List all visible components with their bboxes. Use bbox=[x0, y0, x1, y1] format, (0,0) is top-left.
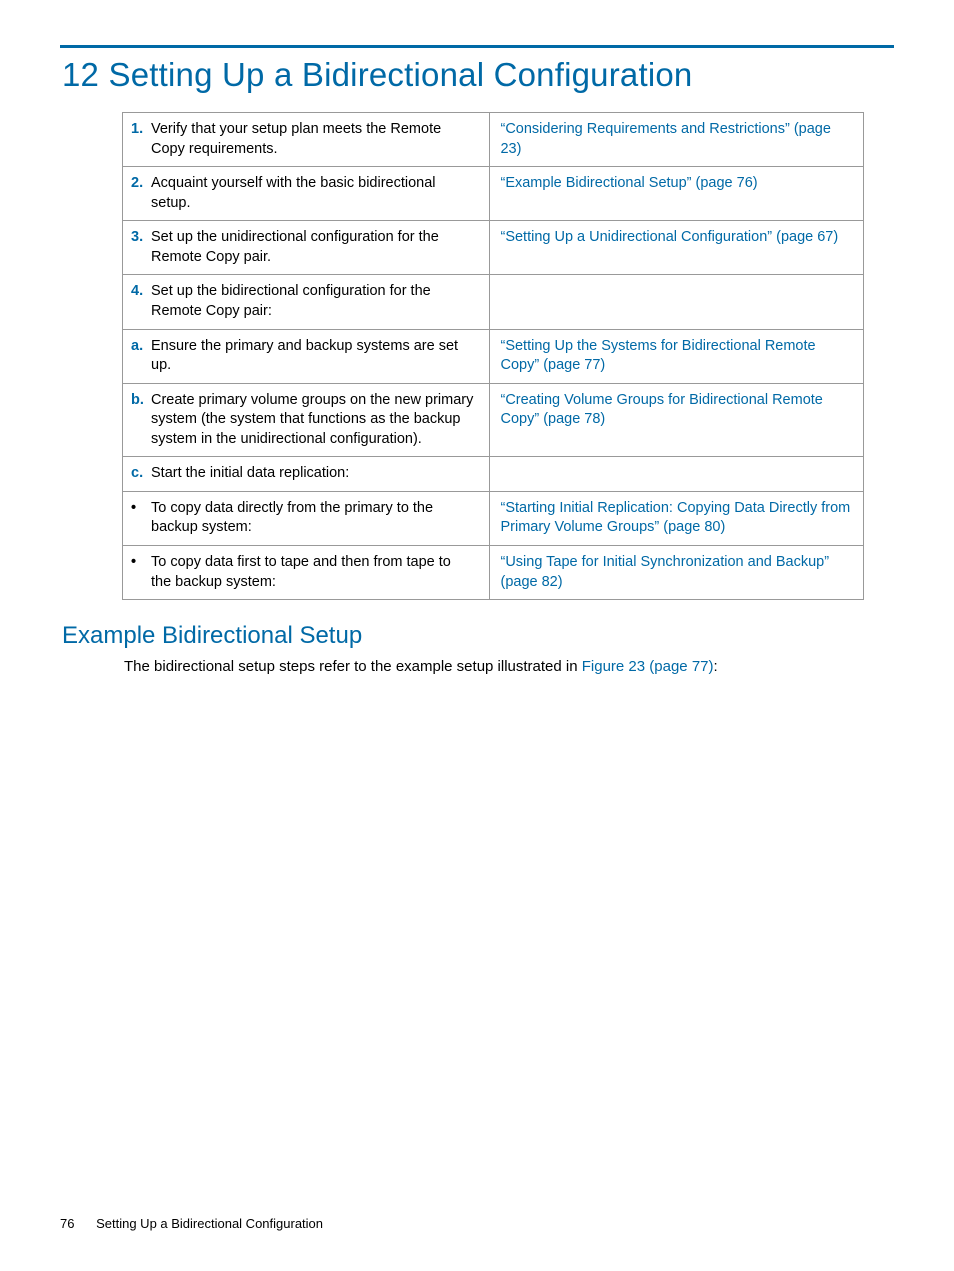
step-cell: 2.Acquaint yourself with the basic bidir… bbox=[123, 167, 490, 221]
step-text: Ensure the primary and backup systems ar… bbox=[151, 337, 474, 376]
step-cell: •To copy data first to tape and then fro… bbox=[123, 546, 490, 600]
footer-title: Setting Up a Bidirectional Configuration bbox=[96, 1216, 323, 1231]
reference-cell: “Creating Volume Groups for Bidirectiona… bbox=[490, 383, 864, 457]
step-marker: 2. bbox=[131, 174, 151, 194]
step-text: Set up the bidirectional configuration f… bbox=[151, 282, 474, 321]
page-footer: 76 Setting Up a Bidirectional Configurat… bbox=[60, 1216, 323, 1231]
step-text: To copy data first to tape and then from… bbox=[151, 553, 474, 592]
chapter-number: 12 bbox=[62, 56, 99, 93]
reference-link[interactable]: “Considering Requirements and Restrictio… bbox=[500, 121, 830, 157]
table-row: b.Create primary volume groups on the ne… bbox=[123, 383, 864, 457]
chapter-name: Setting Up a Bidirectional Configuration bbox=[108, 56, 692, 93]
step-cell: 3.Set up the unidirectional configuratio… bbox=[123, 221, 490, 275]
section-body: The bidirectional setup steps refer to t… bbox=[124, 656, 894, 677]
top-rule bbox=[60, 45, 894, 48]
steps-table: 1.Verify that your setup plan meets the … bbox=[122, 112, 864, 600]
step-marker: 1. bbox=[131, 120, 151, 140]
section-heading: Example Bidirectional Setup bbox=[62, 622, 894, 650]
step-text: Set up the unidirectional configuration … bbox=[151, 228, 474, 267]
reference-cell: “Example Bidirectional Setup” (page 76) bbox=[490, 167, 864, 221]
reference-link[interactable]: “Creating Volume Groups for Bidirectiona… bbox=[500, 392, 822, 428]
step-text: To copy data directly from the primary t… bbox=[151, 499, 474, 538]
table-row: •To copy data first to tape and then fro… bbox=[123, 546, 864, 600]
step-marker: a. bbox=[131, 337, 151, 357]
reference-cell bbox=[490, 457, 864, 492]
reference-link[interactable]: “Example Bidirectional Setup” (page 76) bbox=[500, 175, 757, 191]
table-row: 4.Set up the bidirectional configuration… bbox=[123, 275, 864, 329]
figure-link[interactable]: Figure 23 (page 77) bbox=[582, 658, 714, 675]
reference-cell: “Setting Up a Unidirectional Configurati… bbox=[490, 221, 864, 275]
reference-link[interactable]: “Setting Up a Unidirectional Configurati… bbox=[500, 229, 838, 245]
table-row: 1.Verify that your setup plan meets the … bbox=[123, 113, 864, 167]
chapter-title: 12 Setting Up a Bidirectional Configurat… bbox=[62, 56, 894, 94]
reference-cell: “Starting Initial Replication: Copying D… bbox=[490, 491, 864, 545]
reference-cell: “Using Tape for Initial Synchronization … bbox=[490, 546, 864, 600]
step-marker: 3. bbox=[131, 228, 151, 248]
step-marker: • bbox=[131, 553, 151, 573]
reference-link[interactable]: “Using Tape for Initial Synchronization … bbox=[500, 554, 829, 590]
step-cell: c.Start the initial data replication: bbox=[123, 457, 490, 492]
table-row: 3.Set up the unidirectional configuratio… bbox=[123, 221, 864, 275]
table-row: a.Ensure the primary and backup systems … bbox=[123, 329, 864, 383]
step-text: Acquaint yourself with the basic bidirec… bbox=[151, 174, 474, 213]
reference-link[interactable]: “Setting Up the Systems for Bidirectiona… bbox=[500, 338, 815, 374]
table-row: c.Start the initial data replication: bbox=[123, 457, 864, 492]
table-row: 2.Acquaint yourself with the basic bidir… bbox=[123, 167, 864, 221]
section-text-before: The bidirectional setup steps refer to t… bbox=[124, 658, 582, 675]
reference-cell: “Setting Up the Systems for Bidirectiona… bbox=[490, 329, 864, 383]
step-text: Verify that your setup plan meets the Re… bbox=[151, 120, 474, 159]
reference-cell bbox=[490, 275, 864, 329]
step-marker: c. bbox=[131, 464, 151, 484]
step-marker: 4. bbox=[131, 282, 151, 302]
step-marker: b. bbox=[131, 391, 151, 411]
section-text-after: : bbox=[714, 658, 718, 675]
table-row: •To copy data directly from the primary … bbox=[123, 491, 864, 545]
step-cell: 1.Verify that your setup plan meets the … bbox=[123, 113, 490, 167]
step-cell: b.Create primary volume groups on the ne… bbox=[123, 383, 490, 457]
page-number: 76 bbox=[60, 1216, 74, 1231]
step-cell: a.Ensure the primary and backup systems … bbox=[123, 329, 490, 383]
step-marker: • bbox=[131, 499, 151, 519]
step-text: Create primary volume groups on the new … bbox=[151, 391, 474, 450]
reference-cell: “Considering Requirements and Restrictio… bbox=[490, 113, 864, 167]
step-cell: •To copy data directly from the primary … bbox=[123, 491, 490, 545]
step-text: Start the initial data replication: bbox=[151, 464, 474, 484]
step-cell: 4.Set up the bidirectional configuration… bbox=[123, 275, 490, 329]
reference-link[interactable]: “Starting Initial Replication: Copying D… bbox=[500, 500, 850, 536]
